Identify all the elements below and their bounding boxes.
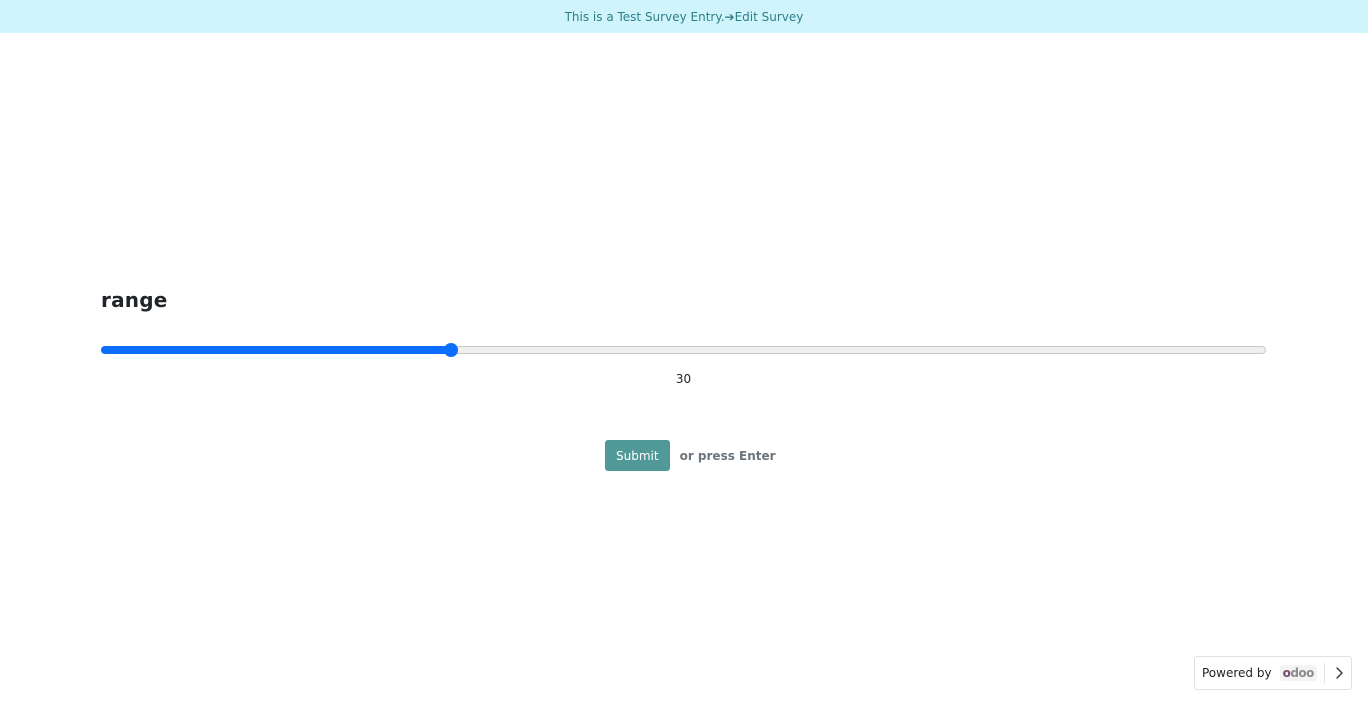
chevron-right-icon[interactable]	[1332, 666, 1346, 680]
slider-thumb[interactable]	[443, 343, 458, 357]
divider	[1324, 663, 1325, 683]
press-enter-hint: or press Enter	[679, 448, 776, 463]
powered-by-badge[interactable]: Powered by odoo	[1194, 656, 1352, 690]
range-slider[interactable]	[101, 341, 1266, 359]
test-survey-banner: This is a Test Survey Entry. ➔Edit Surve…	[0, 0, 1368, 33]
banner-text: This is a Test Survey Entry.	[564, 9, 725, 24]
slider-value: 30	[675, 372, 692, 386]
submit-row: Submit or press Enter	[605, 440, 776, 471]
submit-button[interactable]: Submit	[605, 440, 670, 471]
slider-fill	[101, 346, 451, 354]
odoo-logo[interactable]: odoo	[1279, 665, 1317, 681]
question-title: range	[101, 288, 168, 312]
edit-survey-link[interactable]: ➔Edit Survey	[725, 10, 804, 24]
powered-by-label: Powered by	[1202, 666, 1272, 680]
